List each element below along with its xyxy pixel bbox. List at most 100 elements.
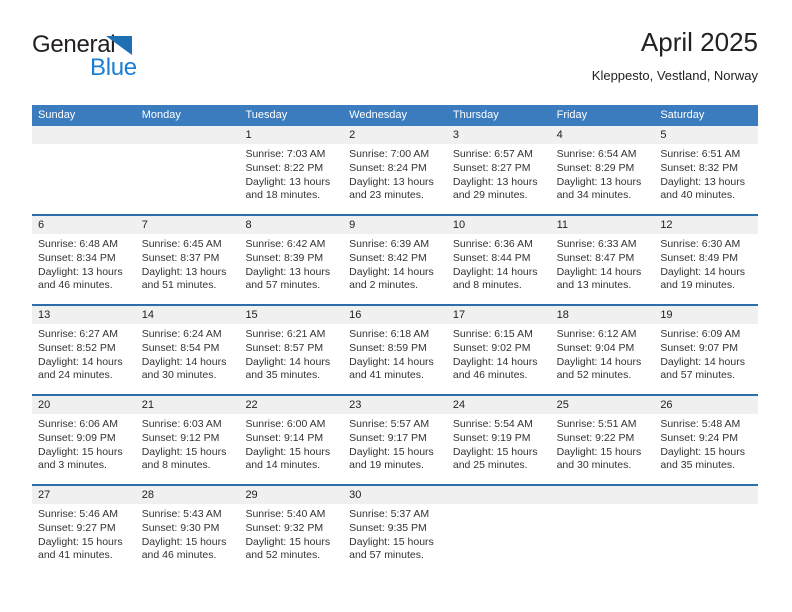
day-cell[interactable]: Sunrise: 6:18 AM Sunset: 8:59 PM Daylight:… — [343, 324, 447, 394]
day-cell[interactable]: Sunrise: 5:57 AM Sunset: 9:17 PM Daylight:… — [343, 414, 447, 484]
day-info-line: Sunset: 8:34 PM — [38, 251, 116, 264]
day-number-row: 27 28 29 30 — [32, 486, 758, 504]
day-info-line: and 19 minutes. — [660, 279, 736, 292]
day-info-line: and 25 minutes. — [452, 459, 528, 472]
day-cell[interactable]: Sunrise: 6:36 AM Sunset: 8:44 PM Daylight:… — [447, 234, 551, 304]
day-number[interactable]: 24 — [447, 396, 551, 414]
day-info-line: Daylight: 15 hours — [141, 535, 227, 548]
day-cell[interactable]: Sunrise: 5:37 AM Sunset: 9:35 PM Daylight:… — [343, 504, 447, 574]
day-info-line: and 35 minutes. — [245, 369, 321, 382]
day-cell[interactable]: Sunrise: 6:09 AM Sunset: 9:07 PM Daylight:… — [654, 324, 758, 394]
calendar-page: General Blue April 2025 Kleppesto, Vestl… — [0, 0, 792, 612]
day-number[interactable]: 15 — [239, 306, 343, 324]
day-cell[interactable]: Sunrise: 5:48 AM Sunset: 9:24 PM Daylight:… — [654, 414, 758, 484]
day-number[interactable]: 11 — [551, 216, 655, 234]
day-number[interactable]: 6 — [32, 216, 136, 234]
day-cell-empty — [447, 504, 551, 574]
day-cell[interactable]: Sunrise: 6:54 AM Sunset: 8:29 PM Daylight:… — [551, 144, 655, 214]
day-cell[interactable]: Sunrise: 6:48 AM Sunset: 8:34 PM Daylight:… — [32, 234, 136, 304]
day-number[interactable]: 16 — [343, 306, 447, 324]
day-number[interactable]: 20 — [32, 396, 136, 414]
day-info-line: Sunset: 9:19 PM — [452, 431, 531, 444]
day-info-line: Sunset: 9:12 PM — [141, 431, 220, 444]
day-cell[interactable]: Sunrise: 6:45 AM Sunset: 8:37 PM Daylight:… — [136, 234, 240, 304]
day-info-line: Daylight: 15 hours — [245, 535, 331, 548]
day-number[interactable]: 18 — [551, 306, 655, 324]
day-cell[interactable]: Sunrise: 7:03 AM Sunset: 8:22 PM Daylight:… — [239, 144, 343, 214]
day-number[interactable]: 25 — [551, 396, 655, 414]
day-number[interactable]: 19 — [654, 306, 758, 324]
day-cell[interactable]: Sunrise: 5:40 AM Sunset: 9:32 PM Daylight:… — [239, 504, 343, 574]
day-cell[interactable]: Sunrise: 5:51 AM Sunset: 9:22 PM Daylight:… — [551, 414, 655, 484]
weekday-header-sunday: Sunday — [38, 109, 76, 121]
day-info-line: Sunrise: 6:51 AM — [660, 148, 741, 160]
day-number[interactable]: 23 — [343, 396, 447, 414]
day-cell[interactable]: Sunrise: 7:00 AM Sunset: 8:24 PM Daylight:… — [343, 144, 447, 214]
day-info-line: Sunrise: 5:48 AM — [660, 418, 741, 430]
day-info-line: Sunset: 9:30 PM — [141, 521, 220, 534]
day-cell[interactable]: Sunrise: 6:24 AM Sunset: 8:54 PM Daylight:… — [136, 324, 240, 394]
day-cell[interactable]: Sunrise: 6:21 AM Sunset: 8:57 PM Daylight:… — [239, 324, 343, 394]
day-info-line: Sunrise: 6:57 AM — [452, 148, 533, 160]
day-cell[interactable]: Sunrise: 6:42 AM Sunset: 8:39 PM Daylight:… — [239, 234, 343, 304]
day-number[interactable]: 5 — [654, 126, 758, 144]
day-cell[interactable]: Sunrise: 6:06 AM Sunset: 9:09 PM Daylight:… — [32, 414, 136, 484]
day-info-line: and 51 minutes. — [141, 279, 217, 292]
day-info-line: Daylight: 13 hours — [660, 175, 745, 188]
title-block: April 2025 Kleppesto, Vestland, Norway — [592, 26, 758, 85]
day-info-line: Sunrise: 6:36 AM — [452, 238, 533, 250]
day-cell[interactable]: Sunrise: 6:30 AM Sunset: 8:49 PM Daylight:… — [654, 234, 758, 304]
day-number[interactable]: 12 — [654, 216, 758, 234]
day-number[interactable]: 9 — [343, 216, 447, 234]
day-cell[interactable]: Sunrise: 6:39 AM Sunset: 8:42 PM Daylight:… — [343, 234, 447, 304]
day-number[interactable]: 2 — [343, 126, 447, 144]
day-number[interactable]: 27 — [32, 486, 136, 504]
day-number[interactable]: 22 — [239, 396, 343, 414]
day-cell[interactable]: Sunrise: 5:46 AM Sunset: 9:27 PM Daylight:… — [32, 504, 136, 574]
day-cell[interactable]: Sunrise: 6:03 AM Sunset: 9:12 PM Daylight:… — [136, 414, 240, 484]
day-cell[interactable]: Sunrise: 6:27 AM Sunset: 8:52 PM Daylight:… — [32, 324, 136, 394]
day-info-line: Sunset: 8:44 PM — [452, 251, 531, 264]
day-number[interactable]: 30 — [343, 486, 447, 504]
day-cell[interactable]: Sunrise: 6:33 AM Sunset: 8:47 PM Daylight:… — [551, 234, 655, 304]
day-cell[interactable]: Sunrise: 6:57 AM Sunset: 8:27 PM Daylight:… — [447, 144, 551, 214]
day-number[interactable]: 10 — [447, 216, 551, 234]
day-number[interactable]: 14 — [136, 306, 240, 324]
calendar-week-row: 13 14 15 16 17 18 19 Sunrise: 6:27 AM Sunset: 8:… — [32, 304, 758, 394]
day-cell[interactable]: Sunrise: 5:43 AM Sunset: 9:30 PM Daylight:… — [136, 504, 240, 574]
day-info-line: Sunrise: 6:00 AM — [245, 418, 326, 430]
day-info-line: Sunset: 9:22 PM — [556, 431, 635, 444]
day-info-line: and 57 minutes. — [245, 279, 321, 292]
day-number[interactable]: 8 — [239, 216, 343, 234]
day-number[interactable]: 17 — [447, 306, 551, 324]
day-cell[interactable]: Sunrise: 6:51 AM Sunset: 8:32 PM Daylight:… — [654, 144, 758, 214]
day-info-line: Sunset: 8:27 PM — [452, 161, 531, 174]
day-cell[interactable]: Sunrise: 6:00 AM Sunset: 9:14 PM Daylight:… — [239, 414, 343, 484]
day-info-line: Sunset: 8:29 PM — [556, 161, 635, 174]
weekday-header-monday: Monday — [141, 109, 181, 121]
day-cell[interactable]: Sunrise: 5:54 AM Sunset: 9:19 PM Daylight:… — [447, 414, 551, 484]
day-info-line: Daylight: 15 hours — [349, 535, 434, 548]
day-number[interactable]: 21 — [136, 396, 240, 414]
day-number[interactable]: 1 — [239, 126, 343, 144]
day-info-line: Sunset: 9:09 PM — [38, 431, 116, 444]
day-info-line: Sunset: 8:24 PM — [349, 161, 427, 174]
day-number[interactable]: 28 — [136, 486, 240, 504]
day-info-line: Daylight: 14 hours — [452, 355, 538, 368]
logo-triangle-icon — [106, 36, 132, 55]
day-info-line: and 46 minutes. — [38, 279, 113, 292]
day-number-empty — [447, 486, 551, 504]
day-cell[interactable]: Sunrise: 6:12 AM Sunset: 9:04 PM Daylight:… — [551, 324, 655, 394]
day-info-line: Sunset: 9:35 PM — [349, 521, 427, 534]
calendar-week-row: 1 2 3 4 5 Sunrise: 7:03 AM Sunset: 8:22 PM Dayl… — [32, 126, 758, 214]
day-number[interactable]: 7 — [136, 216, 240, 234]
weekday-header-wednesday: Wednesday — [349, 109, 408, 121]
day-number[interactable]: 3 — [447, 126, 551, 144]
day-info-line: Sunrise: 6:27 AM — [38, 328, 118, 340]
day-number[interactable]: 4 — [551, 126, 655, 144]
day-cell[interactable]: Sunrise: 6:15 AM Sunset: 9:02 PM Daylight:… — [447, 324, 551, 394]
day-info-line: Sunset: 8:54 PM — [141, 341, 220, 354]
day-number[interactable]: 26 — [654, 396, 758, 414]
day-number[interactable]: 29 — [239, 486, 343, 504]
day-number[interactable]: 13 — [32, 306, 136, 324]
